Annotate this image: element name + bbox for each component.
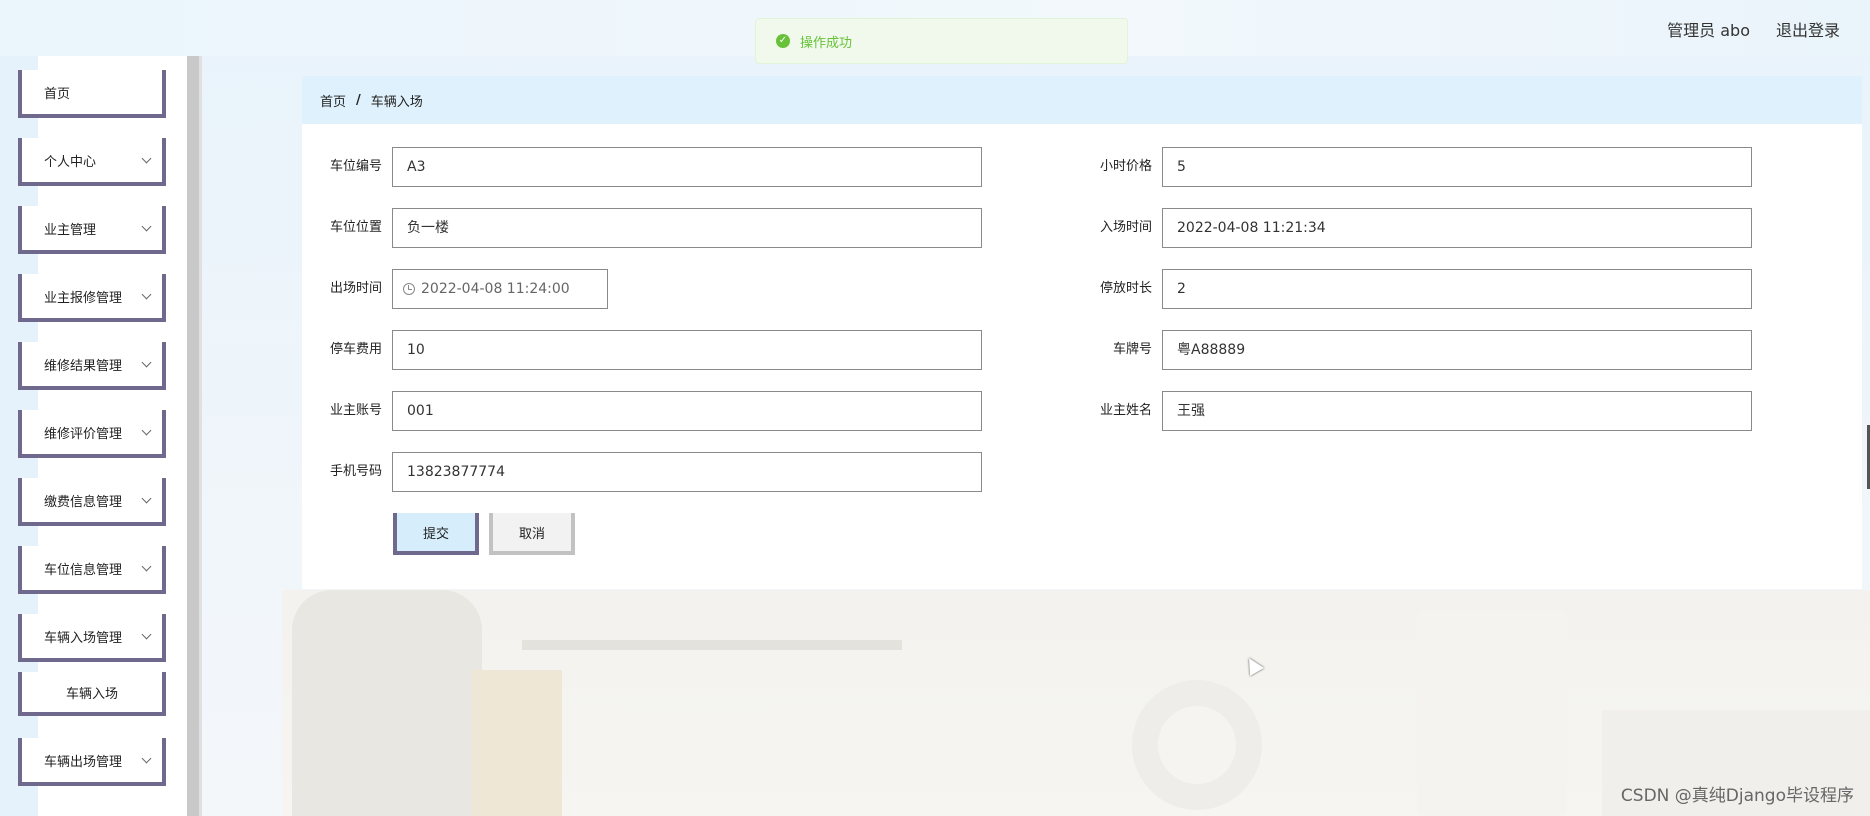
vehicle-entry-form: 车位编号 A3 小时价格 5 车位位置 负一楼 入场时间 2022-04-08 … bbox=[302, 124, 1862, 589]
chevron-down-icon bbox=[141, 425, 152, 436]
sidebar-item-payment-management[interactable]: 缴费信息管理 bbox=[18, 478, 166, 526]
hourly-price-input[interactable]: 5 bbox=[1162, 147, 1752, 187]
sidebar-scrollbar[interactable] bbox=[187, 56, 199, 816]
phone-number-input[interactable]: 13823877774 bbox=[392, 452, 982, 492]
owner-account-input[interactable]: 001 bbox=[392, 391, 982, 431]
breadcrumb: 首页 / 车辆入场 bbox=[302, 76, 1862, 124]
owner-name-input[interactable]: 王强 bbox=[1162, 391, 1752, 431]
sidebar-item-label: 缴费信息管理 bbox=[44, 494, 123, 510]
sidebar-divider bbox=[199, 56, 202, 816]
bg-cylinder bbox=[1417, 610, 1567, 816]
label-parking-duration: 停放时长 bbox=[1099, 281, 1152, 296]
exit-time-picker[interactable]: 2022-04-08 11:24:00 bbox=[392, 269, 608, 309]
chevron-down-icon bbox=[141, 289, 152, 300]
label-space-location: 车位位置 bbox=[329, 220, 382, 235]
sidebar-item-vehicle-entry-management[interactable]: 车辆入场管理 bbox=[18, 614, 166, 662]
breadcrumb-current: 车辆入场 bbox=[370, 94, 423, 110]
exit-time-value: 2022-04-08 11:24:00 bbox=[421, 281, 570, 297]
sidebar-item-label: 个人中心 bbox=[44, 154, 97, 170]
bg-box bbox=[472, 670, 562, 816]
sidebar-item-personal-center[interactable]: 个人中心 bbox=[18, 138, 166, 186]
sidebar-item-repair-result-management[interactable]: 维修结果管理 bbox=[18, 342, 166, 390]
toast-message: 操作成功 bbox=[800, 35, 853, 51]
space-number-input[interactable]: A3 bbox=[392, 147, 982, 187]
label-hourly-price: 小时价格 bbox=[1099, 159, 1152, 174]
bg-plant-pot bbox=[292, 590, 482, 816]
bg-tape-roll bbox=[1132, 680, 1262, 810]
success-toast: ✓ 操作成功 bbox=[755, 18, 1128, 64]
chevron-down-icon bbox=[141, 493, 152, 504]
sidebar-item-label: 车辆入场管理 bbox=[44, 630, 123, 646]
sidebar: 首页 个人中心 业主管理 业主报修管理 维修结果管理 维修评价管理 缴费信息管理… bbox=[0, 56, 202, 816]
chevron-down-icon bbox=[141, 753, 152, 764]
breadcrumb-home[interactable]: 首页 bbox=[320, 91, 346, 110]
space-location-input[interactable]: 负一楼 bbox=[392, 208, 982, 248]
label-space-number: 车位编号 bbox=[329, 159, 382, 174]
admin-user-label: 管理员 abo bbox=[1667, 21, 1750, 40]
sidebar-item-owner-management[interactable]: 业主管理 bbox=[18, 206, 166, 254]
sidebar-item-home[interactable]: 首页 bbox=[18, 70, 166, 118]
label-owner-name: 业主姓名 bbox=[1099, 403, 1152, 418]
sidebar-item-label: 业主报修管理 bbox=[44, 290, 123, 306]
label-owner-account: 业主账号 bbox=[329, 403, 382, 418]
chevron-down-icon bbox=[141, 357, 152, 368]
label-plate-number: 车牌号 bbox=[1112, 342, 1152, 357]
parking-fee-input[interactable]: 10 bbox=[392, 330, 982, 370]
label-phone-number: 手机号码 bbox=[329, 464, 382, 479]
chevron-down-icon bbox=[141, 153, 152, 164]
sidebar-item-label: 车辆入场 bbox=[65, 686, 118, 702]
breadcrumb-separator: / bbox=[356, 92, 361, 108]
clock-icon bbox=[403, 283, 415, 295]
sidebar-item-label: 车位信息管理 bbox=[44, 562, 123, 578]
watermark: CSDN @真纯Django毕设程序 bbox=[1620, 786, 1854, 806]
check-circle-icon: ✓ bbox=[776, 34, 790, 48]
entry-time-input[interactable]: 2022-04-08 11:21:34 bbox=[1162, 208, 1752, 248]
sidebar-item-vehicle-exit-management[interactable]: 车辆出场管理 bbox=[18, 738, 166, 786]
sidebar-item-label: 首页 bbox=[44, 86, 71, 102]
sidebar-item-label: 车辆出场管理 bbox=[44, 754, 123, 770]
sidebar-item-label: 维修结果管理 bbox=[44, 358, 123, 374]
cancel-button[interactable]: 取消 bbox=[489, 513, 575, 555]
chevron-down-icon bbox=[141, 629, 152, 640]
sidebar-item-repair-review-management[interactable]: 维修评价管理 bbox=[18, 410, 166, 458]
label-parking-fee: 停车费用 bbox=[329, 342, 382, 357]
label-entry-time: 入场时间 bbox=[1099, 220, 1152, 235]
sidebar-item-parking-space-management[interactable]: 车位信息管理 bbox=[18, 546, 166, 594]
sidebar-item-label: 维修评价管理 bbox=[44, 426, 123, 442]
label-exit-time: 出场时间 bbox=[329, 281, 382, 296]
plate-number-input[interactable]: 粤A88889 bbox=[1162, 330, 1752, 370]
sidebar-item-repair-request-management[interactable]: 业主报修管理 bbox=[18, 274, 166, 322]
chevron-down-icon bbox=[141, 221, 152, 232]
bg-shelf bbox=[522, 640, 902, 650]
submit-button[interactable]: 提交 bbox=[393, 513, 479, 555]
sidebar-item-label: 业主管理 bbox=[44, 222, 97, 238]
chevron-down-icon bbox=[141, 561, 152, 572]
parking-duration-input[interactable]: 2 bbox=[1162, 269, 1752, 309]
sidebar-subitem-vehicle-entry[interactable]: 车辆入场 bbox=[18, 672, 166, 716]
logout-link[interactable]: 退出登录 bbox=[1776, 17, 1840, 41]
